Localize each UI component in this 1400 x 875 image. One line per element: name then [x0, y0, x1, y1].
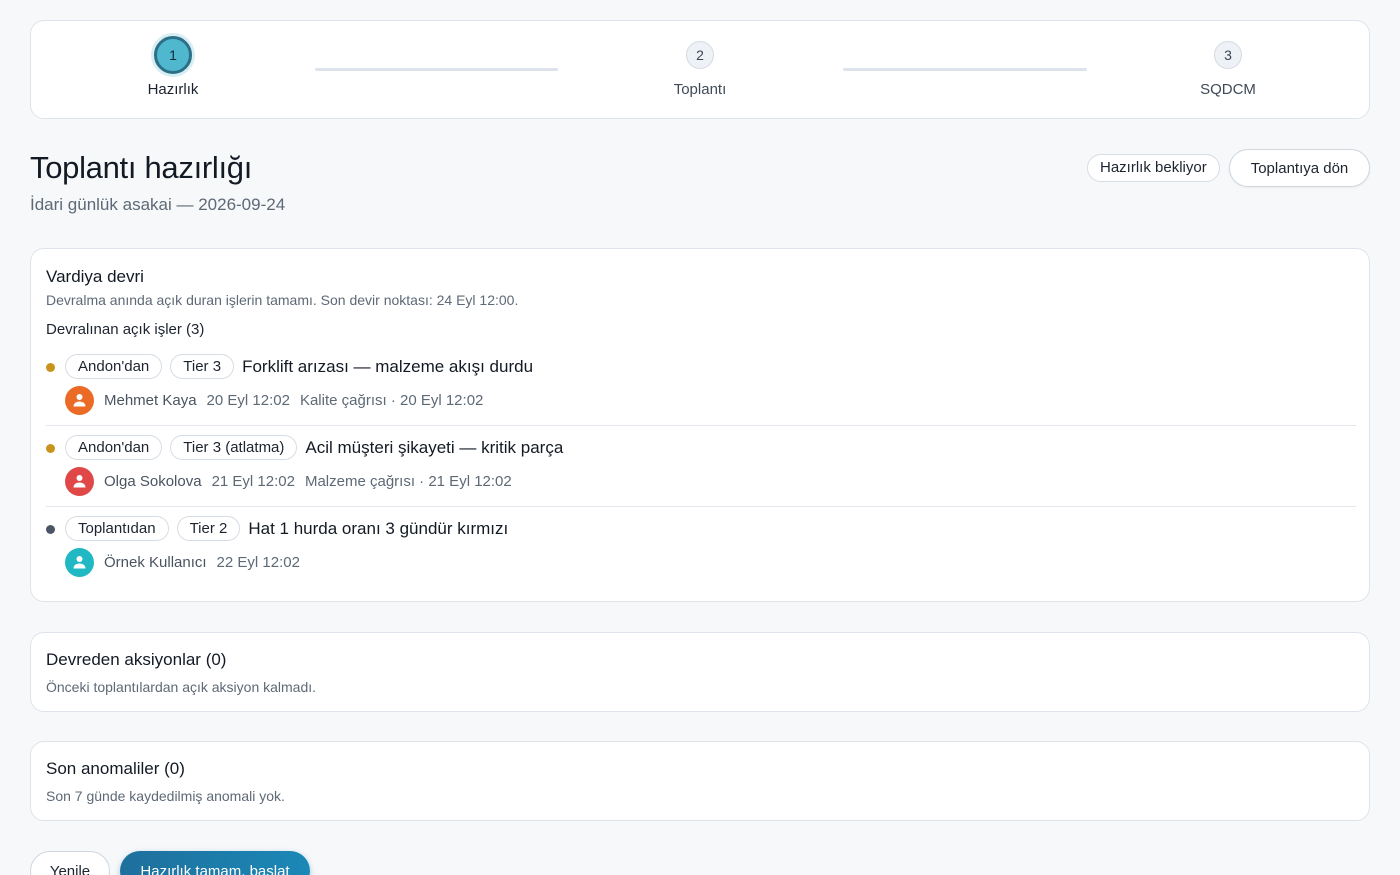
status-badge: Hazırlık bekliyor — [1087, 154, 1220, 182]
item-title: Hat 1 hurda oranı 3 gündür kırmızı — [248, 518, 509, 538]
back-to-meeting-button[interactable]: Toplantıya dön — [1229, 149, 1370, 187]
section-title: Vardiya devri — [46, 267, 144, 286]
list-item[interactable]: Toplantıdan Tier 2 Hat 1 hurda oranı 3 g… — [46, 512, 1356, 592]
user-icon — [73, 556, 86, 569]
status-dot — [46, 525, 55, 534]
section-description: Son 7 günde kaydedilmiş anomali yok. — [46, 788, 285, 804]
item-title: Forklift arızası — malzeme akışı durdu — [242, 356, 534, 376]
carried-actions-card: Devreden aksiyonlar (0) Önceki toplantıl… — [30, 632, 1370, 712]
section-description: Önceki toplantılardan açık aksiyon kalma… — [46, 679, 317, 695]
page-subtitle: İdari günlük asakai — 2026-09-24 — [30, 195, 286, 214]
user-icon — [73, 475, 86, 488]
user-icon — [73, 394, 86, 407]
owner-name: Olga Sokolova — [104, 473, 202, 490]
source-tag: Andon'dan — [65, 435, 163, 460]
avatar — [65, 548, 94, 577]
section-title: Devreden aksiyonlar (0) — [46, 650, 227, 669]
step-label: Toplantı — [673, 81, 727, 98]
list-item[interactable]: Andon'dan Tier 3 Forklift arızası — malz… — [46, 350, 1356, 430]
divider — [46, 425, 1356, 426]
item-date: 21 Eyl 12:02 — [211, 473, 295, 490]
step-connector — [315, 68, 558, 71]
owner-name: Örnek Kullanıcı — [104, 554, 207, 571]
stepper: 1 Hazırlık 2 Toplantı 3 SQDCM — [30, 20, 1370, 119]
item-detail: Kalite çağrısı · 20 Eyl 12:02 — [299, 392, 484, 409]
status-dot — [46, 444, 55, 453]
status-dot — [46, 363, 55, 372]
item-date: 20 Eyl 12:02 — [206, 392, 290, 409]
open-items-heading: Devralınan açık işler (3) — [46, 321, 205, 338]
tier-tag: Tier 2 — [176, 516, 241, 541]
avatar — [65, 467, 94, 496]
step-number: 1 — [154, 36, 192, 74]
item-detail: Malzeme çağrısı · 21 Eyl 12:02 — [304, 473, 512, 490]
shift-handover-card: Vardiya devri Devralma anında açık duran… — [30, 248, 1370, 602]
source-tag: Toplantıdan — [65, 516, 169, 541]
section-description: Devralma anında açık duran işlerin tamam… — [46, 292, 519, 308]
start-meeting-button[interactable]: Hazırlık tamam, başlat — [120, 851, 310, 875]
step-connector — [843, 68, 1087, 71]
refresh-button[interactable]: Yenile — [30, 851, 110, 875]
avatar — [65, 386, 94, 415]
owner-name: Mehmet Kaya — [104, 392, 197, 409]
step-label: Hazırlık — [147, 81, 199, 98]
source-tag: Andon'dan — [65, 354, 163, 379]
divider — [46, 506, 1356, 507]
section-title: Son anomaliler (0) — [46, 759, 185, 778]
tier-tag: Tier 3 — [170, 354, 235, 379]
tier-tag: Tier 3 (atlatma) — [170, 435, 298, 460]
item-date: 22 Eyl 12:02 — [216, 554, 300, 571]
recent-anomalies-card: Son anomaliler (0) Son 7 günde kaydedilm… — [30, 741, 1370, 821]
list-item[interactable]: Andon'dan Tier 3 (atlatma) Acil müşteri … — [46, 431, 1356, 511]
item-title: Acil müşteri şikayeti — kritik parça — [305, 437, 564, 457]
step-number: 3 — [1214, 41, 1242, 69]
step-label: SQDCM — [1200, 81, 1256, 98]
step-number: 2 — [686, 41, 714, 69]
page-title: Toplantı hazırlığı — [30, 150, 253, 185]
